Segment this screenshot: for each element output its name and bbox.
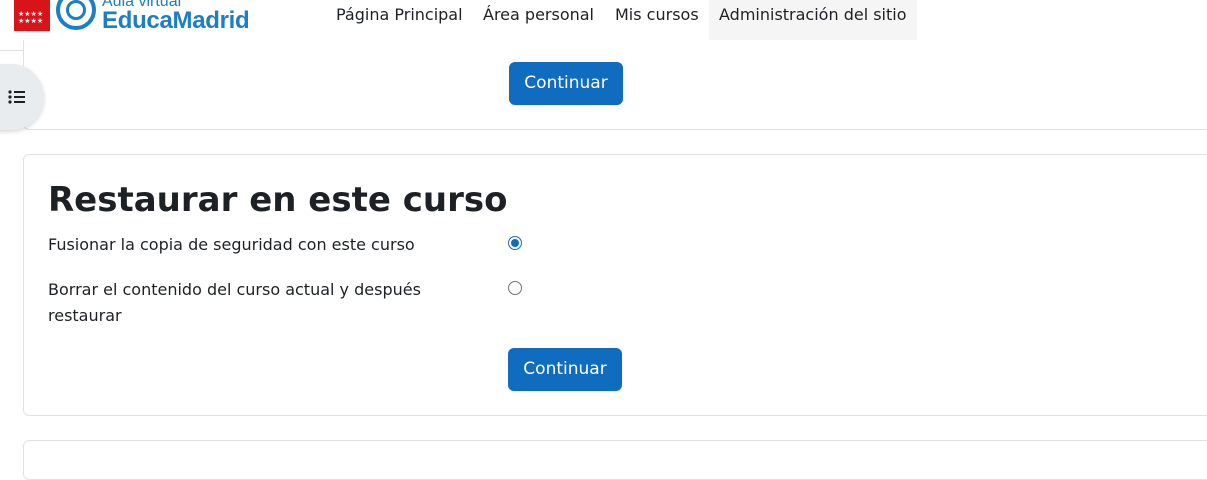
- section-title: Restaurar en este curso: [48, 180, 508, 220]
- flag-stars: ★★★★: [18, 17, 44, 25]
- previous-section-card: Continuar: [23, 40, 1207, 130]
- list-icon: [8, 90, 25, 104]
- continue-button[interactable]: Continuar: [508, 348, 622, 391]
- continue-button-top[interactable]: Continuar: [509, 62, 623, 105]
- next-section-card: [23, 440, 1207, 480]
- madrid-flag-logo: ★★★★ ★★★★: [14, 0, 50, 31]
- option-label-delete-and-restore: Borrar el contenido del curso actual y d…: [48, 280, 421, 325]
- radio-merge[interactable]: [508, 236, 522, 250]
- logo-title[interactable]: EducaMadrid: [102, 7, 250, 35]
- option-label-merge: Fusionar la copia de seguridad con este …: [48, 235, 415, 254]
- radio-delete-and-restore[interactable]: [508, 281, 522, 295]
- educamadrid-logo-icon[interactable]: [56, 0, 96, 30]
